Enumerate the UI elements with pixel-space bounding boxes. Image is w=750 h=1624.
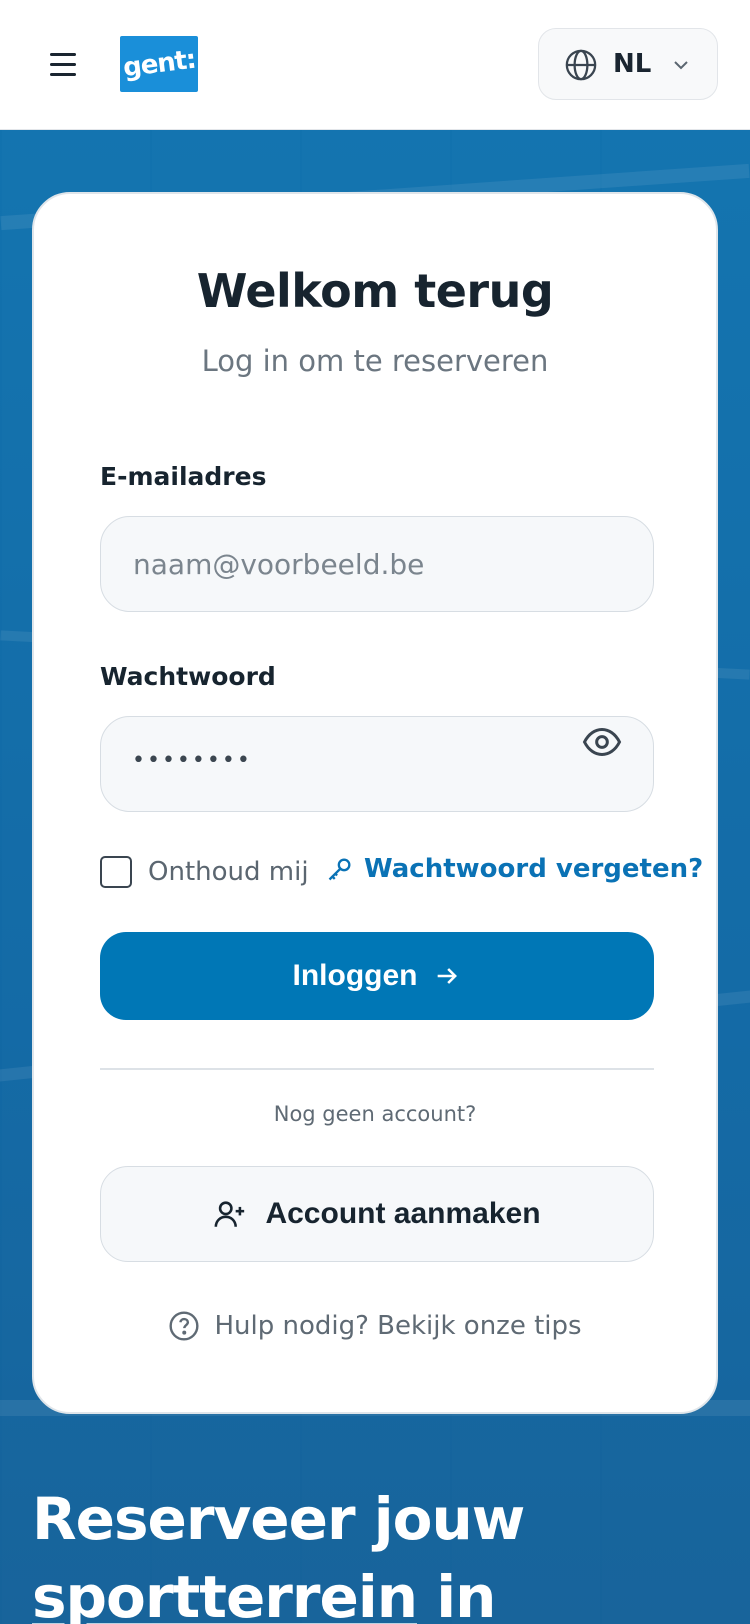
remember-me[interactable]: Onthoud mij xyxy=(100,856,309,888)
page-title: Welkom terug xyxy=(196,264,554,318)
chevron-down-icon xyxy=(674,61,688,70)
login-button[interactable]: Inloggen xyxy=(100,932,654,1020)
logo-text: gent: xyxy=(121,44,197,84)
language-label: NL xyxy=(613,49,652,79)
eye-icon[interactable] xyxy=(582,722,622,762)
page-subtitle: Log in om te reserveren xyxy=(201,344,549,378)
forgot-password-link[interactable]: Wachtwoord vergeten? xyxy=(326,854,703,884)
question-circle-icon xyxy=(169,1311,199,1341)
remember-label: Onthoud mij xyxy=(148,857,309,887)
globe-icon xyxy=(565,49,597,81)
create-account-label: Account aanmaken xyxy=(265,1197,541,1230)
password-value: •••••••• xyxy=(132,748,252,773)
remember-checkbox[interactable] xyxy=(100,856,132,888)
top-header: gent: NL xyxy=(0,0,750,130)
hero-heading-underlined: sportterrein xyxy=(32,1563,418,1624)
key-icon xyxy=(328,858,351,881)
create-account-button[interactable]: Account aanmaken xyxy=(100,1166,654,1262)
menu-line xyxy=(50,72,76,76)
menu-line xyxy=(50,62,76,66)
hero-heading-line1: Reserveer jouw xyxy=(32,1485,525,1553)
hero-heading: Reserveer jouw sportterrein in xyxy=(32,1480,712,1624)
login-button-label: Inloggen xyxy=(292,959,418,992)
no-account-text: Nog geen account? xyxy=(273,1102,477,1126)
password-label: Wachtwoord xyxy=(100,662,276,691)
forgot-password-label: Wachtwoord vergeten? xyxy=(364,854,704,884)
menu-line xyxy=(50,52,76,56)
hero-heading-rest: in xyxy=(417,1563,496,1624)
language-selector[interactable]: NL xyxy=(538,28,718,100)
email-label: E-mailadres xyxy=(100,462,267,491)
divider xyxy=(100,1068,654,1070)
help-label: Hulp nodig? Bekijk onze tips xyxy=(214,1311,582,1341)
user-plus-icon xyxy=(215,1201,245,1227)
arrow-right-icon xyxy=(438,968,458,984)
email-field[interactable] xyxy=(100,516,654,612)
hamburger-menu-icon[interactable] xyxy=(50,46,86,82)
login-card: Welkom terug Log in om te reserveren E-m… xyxy=(32,192,718,1414)
help-link[interactable]: Hulp nodig? Bekijk onze tips xyxy=(34,1310,716,1342)
gent-logo[interactable]: gent: xyxy=(120,36,198,92)
